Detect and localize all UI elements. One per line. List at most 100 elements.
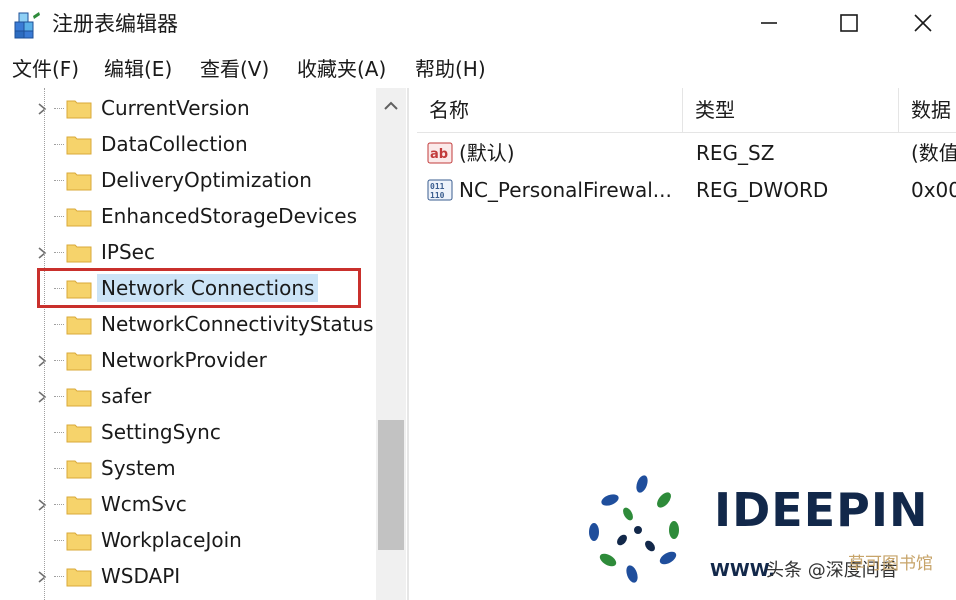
tree-item-label: SettingSync <box>101 420 221 444</box>
tree-item[interactable]: SettingSync <box>0 414 376 450</box>
close-icon <box>914 14 932 32</box>
tree-item[interactable]: WSDAPI <box>0 558 376 594</box>
annotation-highlight-box <box>37 268 361 308</box>
tree-item-label: safer <box>101 384 152 408</box>
folder-icon <box>66 349 92 371</box>
tree-item[interactable]: CurrentVersion <box>0 90 376 126</box>
tree-item[interactable]: IPSec <box>0 234 376 270</box>
watermark: IDEEPIN WWW. 头条 @深度间香 草可图书馆 <box>580 470 956 600</box>
menu-favorites[interactable]: 收藏夹(A) <box>297 56 386 82</box>
column-header-type-label: 类型 <box>695 98 735 122</box>
key-tree[interactable]: CurrentVersion DataCollection DeliveryOpti… <box>0 88 407 600</box>
tree-item[interactable]: System <box>0 450 376 486</box>
folder-icon <box>66 457 92 479</box>
folder-icon <box>66 169 92 191</box>
chevron-up-icon <box>384 101 398 110</box>
column-header-data[interactable]: 数据 <box>899 88 956 132</box>
value-row[interactable]: 011 110 NC_PersonalFirewal... REG_DWORD … <box>417 172 956 208</box>
tree-item-label: System <box>101 456 176 480</box>
scroll-thumb[interactable] <box>378 420 404 550</box>
tree-item[interactable]: NetworkConnectivityStatus <box>0 306 376 342</box>
tree-connector <box>54 180 64 181</box>
folder-icon <box>66 133 92 155</box>
title-bar[interactable]: 注册表编辑器 <box>0 0 956 50</box>
tree-connector <box>54 252 64 253</box>
folder-icon <box>66 205 92 227</box>
tree-item-label: EnhancedStorageDevices <box>101 204 357 228</box>
tree-connector <box>54 216 64 217</box>
folder-icon <box>66 493 92 515</box>
tree-connector <box>54 504 64 505</box>
chevron-right-icon[interactable] <box>36 569 48 583</box>
chevron-right-icon[interactable] <box>36 497 48 511</box>
string-value-icon: ab <box>427 141 453 165</box>
tree-connector <box>54 432 64 433</box>
menu-view[interactable]: 查看(V) <box>200 56 269 82</box>
chevron-right-icon[interactable] <box>36 389 48 403</box>
folder-icon <box>66 529 92 551</box>
tree-item[interactable]: DataCollection <box>0 126 376 162</box>
folder-icon <box>66 385 92 407</box>
tree-item-label: NetworkConnectivityStatus <box>101 312 374 336</box>
tree-item-label: DeliveryOptimization <box>101 168 312 192</box>
menu-file[interactable]: 文件(F) <box>12 56 79 82</box>
tree-connector <box>54 468 64 469</box>
maximize-button[interactable] <box>818 0 880 46</box>
tree-connector <box>54 540 64 541</box>
column-header-name-label: 名称 <box>429 98 469 122</box>
tree-item-label: DataCollection <box>101 132 248 156</box>
tree-item[interactable]: EnhancedStorageDevices <box>0 198 376 234</box>
value-data: (数值 <box>911 141 956 165</box>
tree-item[interactable]: safer <box>0 378 376 414</box>
tree-scrollbar[interactable] <box>376 88 406 600</box>
menu-help[interactable]: 帮助(H) <box>415 56 486 82</box>
tree-item-label: WcmSvc <box>101 492 187 516</box>
value-type: REG_DWORD <box>696 178 829 202</box>
value-data: 0x00 <box>911 178 956 202</box>
binary-value-icon: 011 110 <box>427 178 453 202</box>
minimize-button[interactable] <box>738 0 800 46</box>
value-row[interactable]: ab (默认) REG_SZ (数值 <box>417 135 956 171</box>
minimize-icon <box>761 22 777 24</box>
svg-text:ab: ab <box>430 147 448 162</box>
tree-connector <box>54 324 64 325</box>
chevron-right-icon[interactable] <box>36 245 48 259</box>
tree-item-label: WorkplaceJoin <box>101 528 242 552</box>
spiral-logo-icon <box>589 475 679 583</box>
tree-item[interactable]: WcmSvc <box>0 486 376 522</box>
watermark-source-text: 草可图书馆 <box>848 554 933 574</box>
column-header-name[interactable]: 名称 <box>417 88 683 132</box>
value-name: NC_PersonalFirewal... <box>459 178 672 202</box>
close-button[interactable] <box>892 0 954 46</box>
tree-item-label: WSDAPI <box>101 564 181 588</box>
pane-splitter[interactable] <box>407 88 417 600</box>
tree-item[interactable]: WorkplaceJoin <box>0 522 376 558</box>
tree-connector <box>54 360 64 361</box>
scroll-up-button[interactable] <box>376 94 406 118</box>
tree-connector <box>54 576 64 577</box>
value-name: (默认) <box>459 141 515 165</box>
column-header-type[interactable]: 类型 <box>683 88 899 132</box>
svg-text:011: 011 <box>430 182 445 191</box>
chevron-right-icon[interactable] <box>36 101 48 115</box>
tree-item-label: IPSec <box>101 240 155 264</box>
header-divider <box>417 132 956 133</box>
value-type: REG_SZ <box>696 141 775 165</box>
tree-item-partial[interactable] <box>0 594 376 600</box>
maximize-icon <box>840 14 858 32</box>
folder-icon <box>66 421 92 443</box>
regedit-icon <box>12 10 42 40</box>
tree-connector <box>54 144 64 145</box>
tree-item[interactable]: NetworkProvider <box>0 342 376 378</box>
menu-bar: 文件(F) 编辑(E) 查看(V) 收藏夹(A) 帮助(H) <box>0 50 956 88</box>
folder-icon <box>66 313 92 335</box>
watermark-logo-text: IDEEPIN <box>714 483 929 537</box>
menu-edit[interactable]: 编辑(E) <box>104 56 172 82</box>
tree-connector <box>54 108 64 109</box>
chevron-right-icon[interactable] <box>36 353 48 367</box>
tree-item[interactable]: DeliveryOptimization <box>0 162 376 198</box>
tree-item-label: NetworkProvider <box>101 348 267 372</box>
tree-connector <box>54 396 64 397</box>
column-header-data-label: 数据 <box>911 98 951 122</box>
folder-icon <box>66 97 92 119</box>
